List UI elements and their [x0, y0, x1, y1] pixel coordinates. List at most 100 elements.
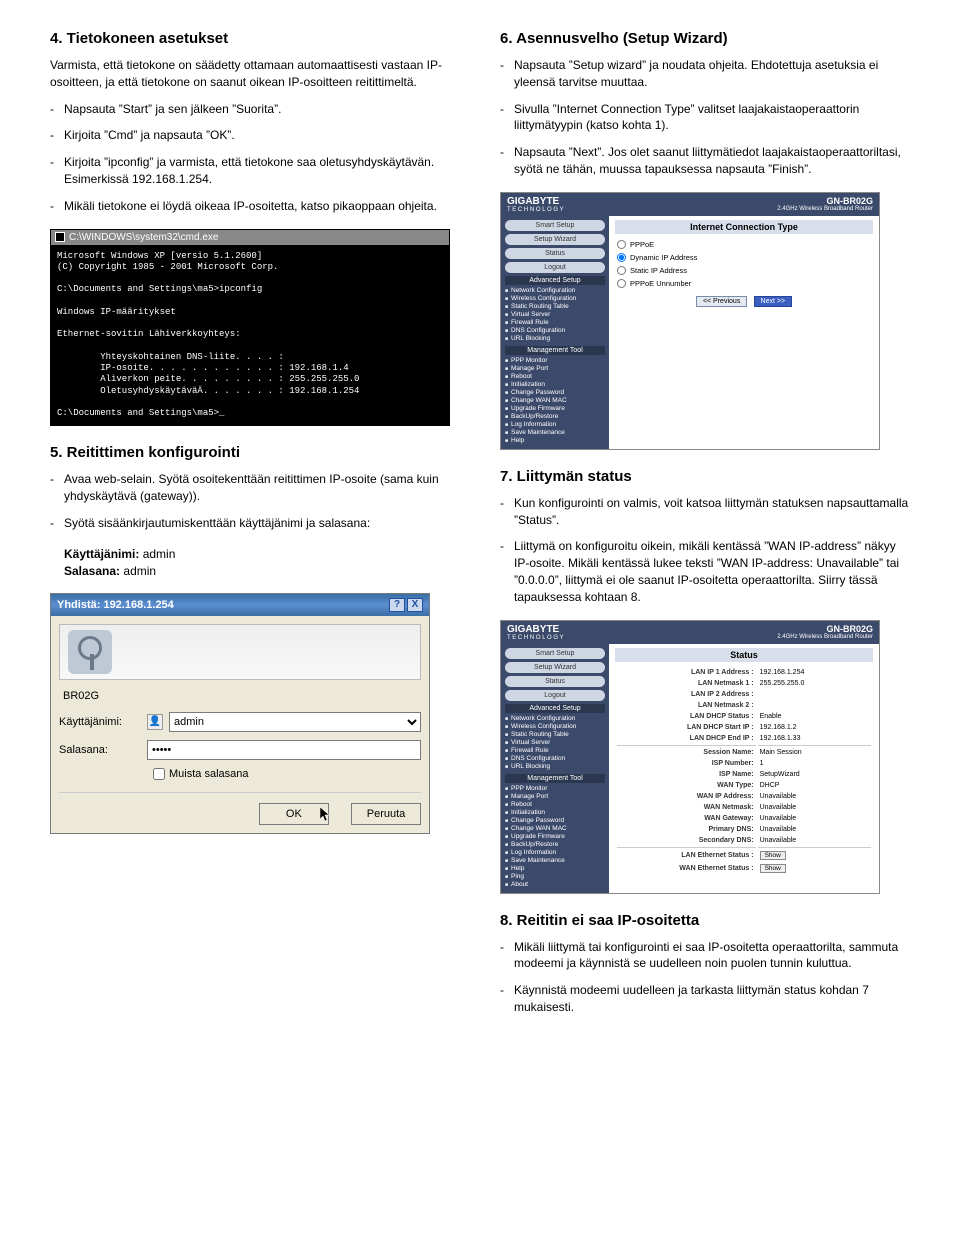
- login-titlebar: Yhdistä: 192.168.1.254 ? X: [51, 594, 429, 616]
- prev-button[interactable]: << Previous: [696, 296, 747, 307]
- sidebar-item[interactable]: Ping: [505, 873, 605, 881]
- ok-button[interactable]: OK: [259, 803, 329, 825]
- sidebar-item[interactable]: Log Information: [505, 421, 605, 429]
- sidebar-setup-wizard[interactable]: Setup Wizard: [505, 662, 605, 673]
- sidebar-smart-setup[interactable]: Smart Setup: [505, 648, 605, 659]
- sidebar-status[interactable]: Status: [505, 676, 605, 687]
- section4-title: 4. Tietokoneen asetukset: [50, 30, 460, 47]
- sidebar-item[interactable]: Upgrade Firmware: [505, 405, 605, 413]
- sidebar-item[interactable]: URL Blocking: [505, 763, 605, 771]
- password-field[interactable]: [147, 740, 421, 760]
- sidebar-item[interactable]: Change Password: [505, 389, 605, 397]
- router-sidebar: Smart Setup Setup Wizard Status Logout A…: [501, 644, 609, 893]
- sidebar-item[interactable]: DNS Configuration: [505, 327, 605, 335]
- cmd-title-text: C:\WINDOWS\system32\cmd.exe: [69, 232, 218, 243]
- sidebar-item[interactable]: Manage Port: [505, 365, 605, 373]
- sidebar-item[interactable]: Wireless Configuration: [505, 295, 605, 303]
- sidebar-item[interactable]: PPP Monitor: [505, 357, 605, 365]
- next-button[interactable]: Next >>: [754, 296, 793, 307]
- sidebar-item[interactable]: Wireless Configuration: [505, 723, 605, 731]
- sidebar-item[interactable]: Log Information: [505, 849, 605, 857]
- sidebar-item[interactable]: Reboot: [505, 373, 605, 381]
- sidebar-setup-wizard[interactable]: Setup Wizard: [505, 234, 605, 245]
- router-model-sub: 2.4GHz Wireless Broadband Router: [777, 206, 873, 212]
- sidebar-item[interactable]: Initialization: [505, 809, 605, 817]
- cursor-icon: [320, 807, 332, 823]
- radio-dynamic-ip[interactable]: [617, 253, 626, 262]
- sidebar-logout[interactable]: Logout: [505, 262, 605, 273]
- sidebar-item[interactable]: URL Blocking: [505, 335, 605, 343]
- cred-user-label: Käyttäjänimi:: [64, 547, 139, 561]
- sidebar-item[interactable]: Change WAN MAC: [505, 825, 605, 833]
- credentials-block: Käyttäjänimi: admin Salasana: admin: [64, 546, 460, 580]
- close-button[interactable]: X: [407, 598, 423, 612]
- list-item: Mikäli tietokone ei löydä oikeaa IP-osoi…: [50, 198, 460, 215]
- radio-static-ip[interactable]: [617, 266, 626, 275]
- section6-title: 6. Asennusvelho (Setup Wizard): [500, 30, 910, 47]
- login-dialog: Yhdistä: 192.168.1.254 ? X BR02G Käyttäj…: [50, 593, 430, 834]
- sidebar-item[interactable]: Firewall Rule: [505, 747, 605, 755]
- sidebar-item[interactable]: Reboot: [505, 801, 605, 809]
- table-row: Secondary DNS:Unavailable: [617, 836, 871, 845]
- sidebar-item[interactable]: Network Configuration: [505, 715, 605, 723]
- table-row: Primary DNS:Unavailable: [617, 825, 871, 834]
- login-realm: BR02G: [59, 690, 421, 702]
- table-row: LAN IP 1 Address :192.168.1.254: [617, 668, 871, 677]
- sidebar-item[interactable]: Change Password: [505, 817, 605, 825]
- router-wizard-screenshot: GIGABYTE T E C H N O L O G Y GN-BR02G 2.…: [500, 192, 880, 450]
- show-button[interactable]: Show: [760, 864, 786, 873]
- sidebar-item[interactable]: Help: [505, 437, 605, 445]
- router-status-screenshot: GIGABYTE T E C H N O L O G Y GN-BR02G 2.…: [500, 620, 880, 894]
- sidebar-status[interactable]: Status: [505, 248, 605, 259]
- login-banner: [59, 624, 421, 680]
- table-row: LAN Ethernet Status :Show: [617, 847, 871, 861]
- list-item: Liittymä on konfiguroitu oikein, mikäli …: [500, 538, 910, 605]
- table-row: LAN DHCP Start IP :192.168.1.2: [617, 723, 871, 732]
- cmd-titlebar: C:\WINDOWS\system32\cmd.exe: [51, 230, 449, 245]
- sidebar-logout[interactable]: Logout: [505, 690, 605, 701]
- sidebar-item[interactable]: Change WAN MAC: [505, 397, 605, 405]
- sidebar-item[interactable]: Network Configuration: [505, 287, 605, 295]
- sidebar-item[interactable]: BackUp/Restore: [505, 413, 605, 421]
- sidebar-item[interactable]: Static Routing Table: [505, 731, 605, 739]
- cmd-icon: [55, 232, 65, 242]
- sidebar-item[interactable]: DNS Configuration: [505, 755, 605, 763]
- radio-pppoe[interactable]: [617, 240, 626, 249]
- router-main-panel: Internet Connection Type PPPoE Dynamic I…: [609, 216, 879, 449]
- table-row: WAN Ethernet Status :Show: [617, 863, 871, 874]
- show-button[interactable]: Show: [760, 851, 786, 860]
- sidebar-item[interactable]: Virtual Server: [505, 311, 605, 319]
- list-item: Napsauta ”Setup wizard” ja noudata ohjei…: [500, 57, 910, 91]
- sidebar-mgmt-title: Management Tool: [505, 346, 605, 355]
- help-button[interactable]: ?: [389, 598, 405, 612]
- list-item: Kirjoita ”Cmd” ja napsauta ”OK”.: [50, 127, 460, 144]
- password-label: Salasana:: [59, 744, 141, 756]
- table-row: Session Name:Main Session: [617, 745, 871, 757]
- sidebar-mgmt-title: Management Tool: [505, 774, 605, 783]
- sidebar-item[interactable]: BackUp/Restore: [505, 841, 605, 849]
- sidebar-item[interactable]: Initialization: [505, 381, 605, 389]
- cred-pass-label: Salasana:: [64, 564, 120, 578]
- cancel-button[interactable]: Peruuta: [351, 803, 421, 825]
- table-row: LAN Netmask 1 :255.255.255.0: [617, 679, 871, 688]
- sidebar-smart-setup[interactable]: Smart Setup: [505, 220, 605, 231]
- router-brand-sub: T E C H N O L O G Y: [507, 207, 564, 213]
- sidebar-item[interactable]: Virtual Server: [505, 739, 605, 747]
- username-field[interactable]: admin: [169, 712, 421, 732]
- sidebar-item[interactable]: Save Maintenance: [505, 857, 605, 865]
- sidebar-item[interactable]: Static Routing Table: [505, 303, 605, 311]
- login-title-text: Yhdistä: 192.168.1.254: [57, 599, 174, 611]
- remember-checkbox[interactable]: [153, 768, 165, 780]
- sidebar-item[interactable]: About: [505, 881, 605, 889]
- router-brand-sub: T E C H N O L O G Y: [507, 635, 564, 641]
- cred-user-val: admin: [143, 547, 176, 561]
- sidebar-item[interactable]: Save Maintenance: [505, 429, 605, 437]
- sidebar-item[interactable]: Manage Port: [505, 793, 605, 801]
- radio-pppoe-unnumber[interactable]: [617, 279, 626, 288]
- sidebar-item[interactable]: Firewall Rule: [505, 319, 605, 327]
- table-row: WAN IP Address:Unavailable: [617, 792, 871, 801]
- sidebar-item[interactable]: Help: [505, 865, 605, 873]
- sidebar-item[interactable]: Upgrade Firmware: [505, 833, 605, 841]
- section5-title: 5. Reitittimen konfigurointi: [50, 444, 460, 461]
- sidebar-item[interactable]: PPP Monitor: [505, 785, 605, 793]
